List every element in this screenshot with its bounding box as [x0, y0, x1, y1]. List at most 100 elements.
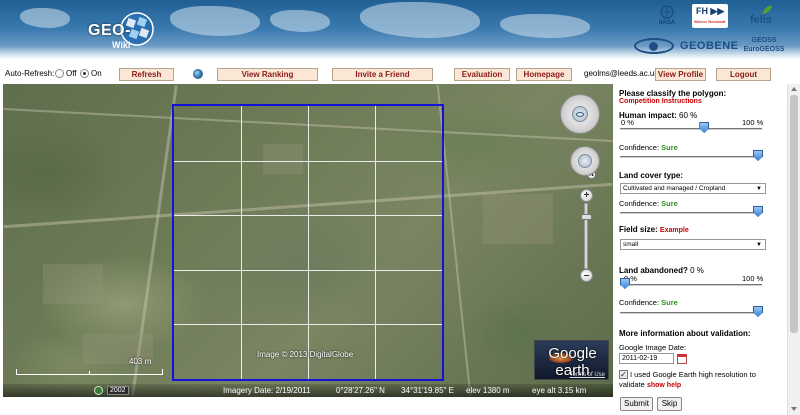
view-ranking-button[interactable]: View Ranking	[217, 68, 318, 81]
felis-label: felis	[750, 14, 773, 26]
land-abandoned-value: 0 %	[690, 266, 704, 275]
field-size-example-link[interactable]: Example	[660, 227, 689, 234]
submit-button[interactable]: Submit	[620, 397, 653, 411]
header-map-shape	[500, 14, 590, 38]
scrollbar-thumb[interactable]	[790, 95, 798, 333]
fh-label: FH ▶▶	[696, 6, 725, 16]
field-size-title: Field size:	[619, 225, 658, 234]
logout-button[interactable]: Logout	[716, 68, 771, 81]
image-date-input[interactable]: 2011-02-19	[619, 353, 674, 364]
confidence-row-1: Confidence: Sure	[619, 143, 678, 152]
geobene-label: GEOBENE	[680, 40, 739, 52]
terms-of-use-link[interactable]: Terms of Use	[570, 372, 605, 378]
map-field	[483, 194, 553, 244]
land-abandoned-thumb[interactable]	[620, 278, 630, 289]
google-earth-logo: Google earth Terms of Use	[534, 340, 609, 380]
confidence-slider[interactable]	[620, 312, 762, 314]
eye-altitude: eye alt 3.15 km	[532, 386, 587, 395]
show-help-link[interactable]: show help	[647, 382, 681, 389]
polygon-grid-line	[174, 324, 442, 326]
longitude: 34°31'19.85" E	[401, 386, 454, 395]
scale-label: 403 m	[129, 357, 152, 366]
move-control[interactable]	[570, 146, 600, 176]
more-info-title: More information about validation:	[619, 329, 751, 338]
site-header: GEO- Wiki IIASA FH ▶▶ Wiener Neustadt fe…	[0, 0, 800, 66]
globe-icon[interactable]	[193, 69, 203, 79]
polygon-grid-line	[174, 269, 442, 271]
polygon-grid-line	[241, 106, 242, 379]
image-date-label: Google Image Date:	[619, 343, 687, 352]
land-cover-selected: Cultivated and managed / Cropland	[623, 185, 726, 192]
human-impact-min: 0 %	[621, 118, 634, 127]
confidence-slider[interactable]	[620, 156, 762, 158]
confidence-thumb[interactable]	[753, 206, 763, 217]
evaluation-button[interactable]: Evaluation	[454, 68, 510, 81]
competition-instructions-link[interactable]: Competition Instructions	[619, 98, 702, 105]
geoss-logo: GEOSS EuroGEOSS	[743, 36, 785, 54]
header-map-shape	[20, 8, 70, 28]
refresh-button[interactable]: Refresh	[119, 68, 174, 81]
page-scrollbar[interactable]	[787, 84, 800, 415]
logo-text: GEO-	[88, 22, 131, 39]
homepage-button[interactable]: Homepage	[516, 68, 572, 81]
latitude: 0°28'27.26" N	[336, 386, 385, 395]
iiasa-icon	[660, 5, 674, 19]
geobene-eye-icon	[634, 38, 674, 54]
zoom-slider-track[interactable]	[584, 203, 588, 269]
human-impact-thumb[interactable]	[699, 122, 710, 133]
header-map-shape	[170, 6, 260, 36]
confidence-thumb[interactable]	[753, 150, 763, 161]
confidence-value: Sure	[661, 199, 678, 208]
confidence-row-3: Confidence: Sure	[619, 298, 678, 307]
map-status-bar: 2002 Imagery Date: 2/19/2011 0°28'27.26"…	[3, 384, 613, 397]
google-earth-checkbox[interactable]: ✓	[619, 370, 628, 379]
map-field	[43, 264, 103, 304]
move-center[interactable]	[578, 154, 592, 168]
auto-refresh-off-radio[interactable]	[55, 69, 64, 78]
classification-polygon[interactable]	[172, 104, 444, 381]
validate-label: validate	[619, 380, 645, 389]
confidence-slider[interactable]	[620, 212, 762, 214]
land-cover-select[interactable]: Cultivated and managed / Cropland ▼	[620, 183, 766, 194]
auto-refresh-label: Auto-Refresh:	[5, 69, 55, 78]
zoom-in-button[interactable]: +	[580, 189, 593, 202]
felis-logo: felis	[746, 4, 788, 28]
calendar-icon[interactable]	[677, 354, 687, 364]
google-earth-map[interactable]: Image © 2013 DigitalGlobe 403 m N + – Go…	[3, 84, 613, 397]
field-size-select[interactable]: small ▼	[620, 239, 766, 250]
chevron-down-icon: ▼	[756, 242, 762, 248]
invite-friend-button[interactable]: Invite a Friend	[332, 68, 433, 81]
confidence-label: Confidence:	[619, 298, 660, 307]
view-profile-button[interactable]: View Profile	[655, 68, 706, 81]
auto-refresh-on-radio[interactable]	[80, 69, 89, 78]
confidence-value: Sure	[661, 298, 678, 307]
validate-row: validate show help	[619, 380, 681, 389]
historical-year-badge[interactable]: 2002	[107, 386, 129, 395]
fh-logo: FH ▶▶ Wiener Neustadt	[692, 4, 728, 28]
logo-subtitle: Wiki	[112, 40, 131, 50]
skip-button[interactable]: Skip	[657, 397, 682, 411]
iiasa-label: IIASA	[659, 20, 676, 26]
chevron-down-icon: ▼	[756, 186, 762, 192]
look-control[interactable]	[560, 94, 600, 134]
zoom-out-button[interactable]: –	[580, 269, 593, 282]
classification-panel: Please classify the polygon: Competition…	[614, 84, 786, 415]
polygon-grid-line	[174, 215, 442, 217]
zoom-slider-thumb[interactable]	[581, 214, 592, 220]
look-center[interactable]	[572, 106, 588, 122]
iiasa-logo: IIASA	[656, 4, 678, 28]
polygon-grid-line	[174, 160, 442, 162]
human-impact-max: 100 %	[742, 118, 764, 127]
human-impact-slider[interactable]	[620, 128, 762, 130]
historical-imagery-icon[interactable]	[94, 386, 103, 395]
land-abandoned-slider[interactable]	[620, 284, 762, 286]
user-email: geolms@leeds.ac.uk	[584, 69, 659, 78]
classify-title: Please classify the polygon:	[619, 89, 727, 98]
scale-bar	[16, 369, 163, 375]
human-impact-value: 60 %	[679, 111, 698, 120]
scroll-down-icon[interactable]	[791, 407, 797, 411]
toolbar: Auto-Refresh: Off On Refresh View Rankin…	[0, 66, 800, 83]
scroll-up-icon[interactable]	[791, 87, 797, 91]
polygon-grid-line	[308, 106, 309, 379]
confidence-thumb[interactable]	[753, 306, 763, 317]
